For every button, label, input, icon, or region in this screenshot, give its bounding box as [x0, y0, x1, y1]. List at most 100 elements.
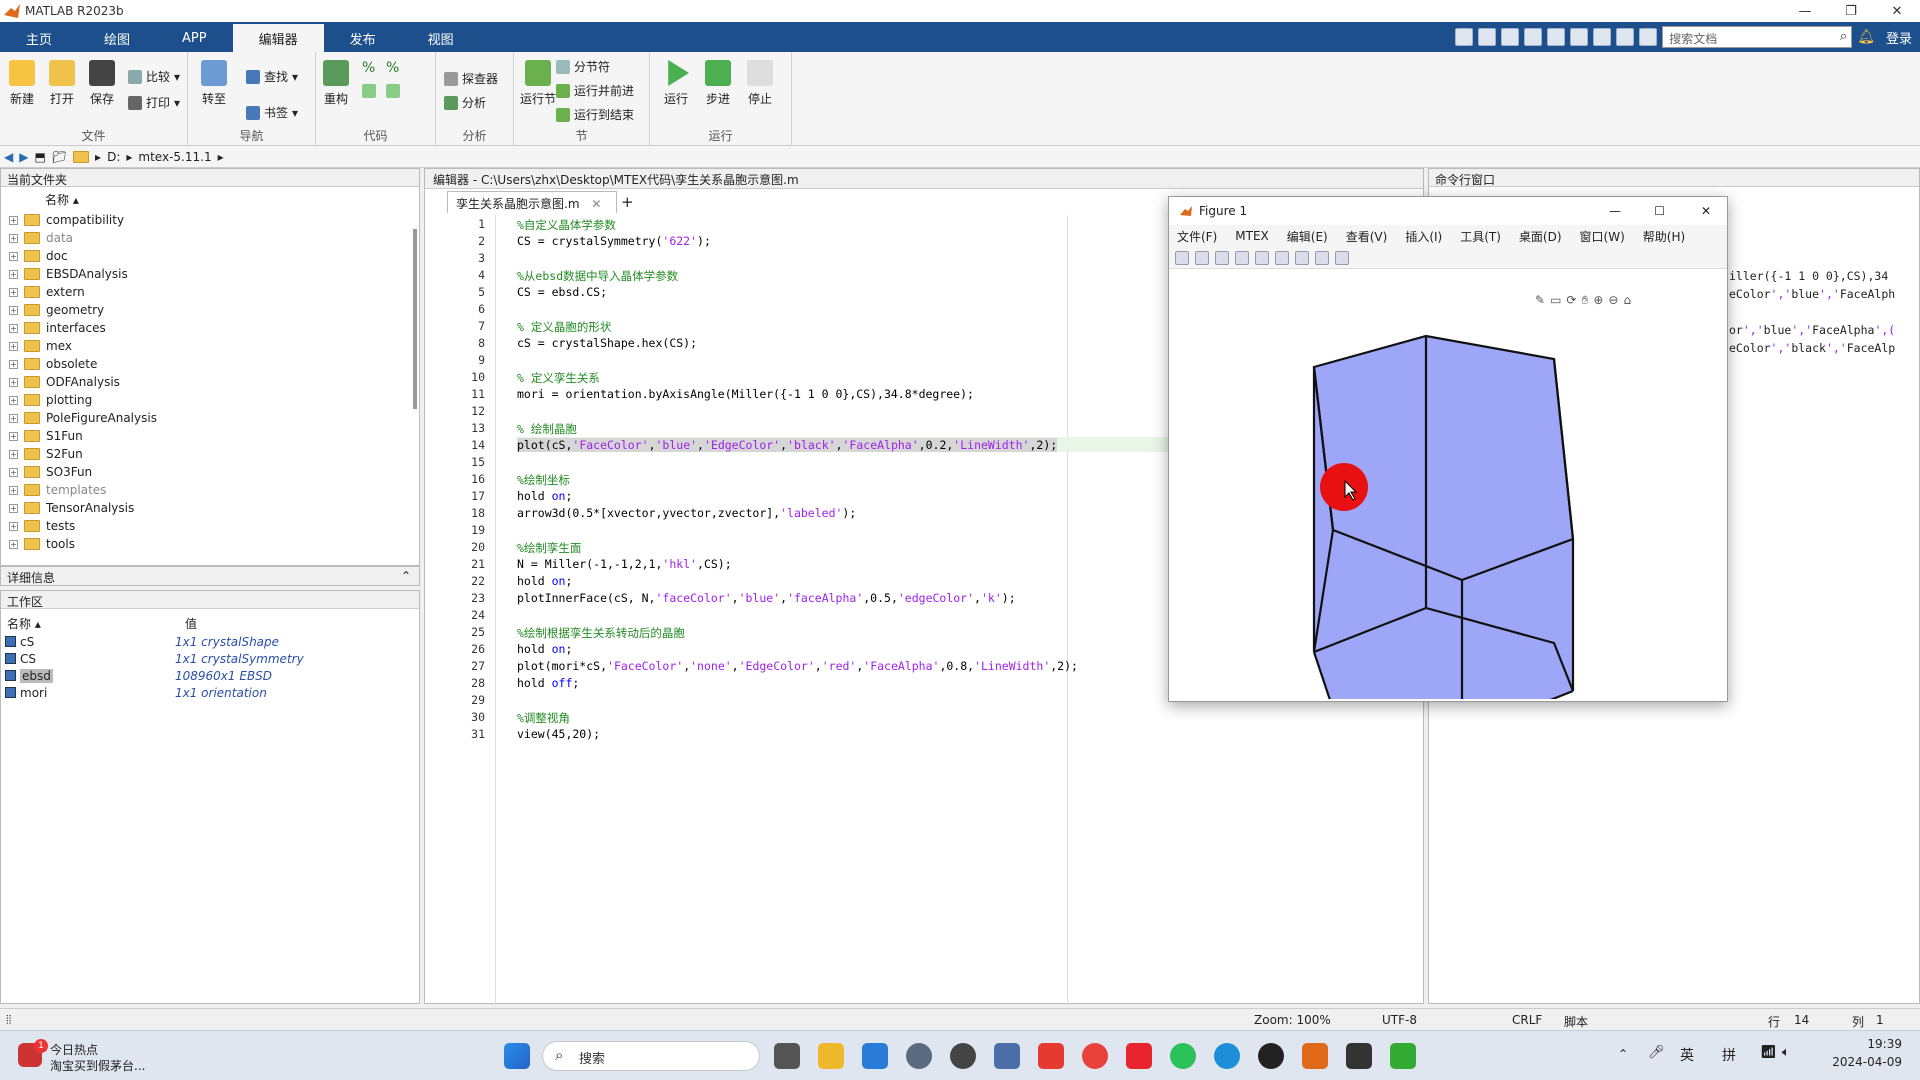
youdao-icon[interactable]: [1126, 1043, 1152, 1069]
edge-browser-icon[interactable]: [1214, 1043, 1240, 1069]
folder-item[interactable]: + mex: [9, 337, 72, 355]
code-line[interactable]: % 定义晶胞的形状: [517, 319, 611, 335]
folder-item[interactable]: + EBSDAnalysis: [9, 265, 128, 283]
clock-time[interactable]: 19:39: [1842, 1037, 1902, 1051]
wifi-icon[interactable]: 📶︎: [1760, 1045, 1777, 1060]
expand-icon[interactable]: +: [9, 233, 18, 243]
code-line[interactable]: %自定义晶体学参数: [517, 217, 616, 233]
folder-item[interactable]: + S1Fun: [9, 427, 83, 445]
file-explorer-icon[interactable]: [818, 1043, 844, 1069]
code-line[interactable]: mori = orientation.byAxisAngle(Miller({-…: [517, 387, 974, 401]
scrollbar-thumb[interactable]: [413, 229, 417, 409]
figure-menu-item[interactable]: MTEX: [1235, 229, 1269, 243]
expand-icon[interactable]: +: [9, 341, 18, 351]
calendar-app-icon[interactable]: [862, 1043, 888, 1069]
expand-icon[interactable]: +: [9, 467, 18, 477]
taskbar-search[interactable]: ⌕ 搜索: [542, 1041, 760, 1071]
help-icon[interactable]: [1616, 28, 1635, 46]
bell-icon[interactable]: 🔔︎: [1857, 29, 1875, 45]
new-figure-icon[interactable]: [1175, 250, 1189, 265]
ws-col-name[interactable]: 名称 ▴: [7, 615, 41, 632]
figure-menu-item[interactable]: 插入(I): [1405, 228, 1442, 245]
folder-item[interactable]: + doc: [9, 247, 68, 265]
tab-apps[interactable]: APP: [156, 24, 233, 52]
folder-item[interactable]: + SO3Fun: [9, 463, 92, 481]
ime-lang[interactable]: 英: [1680, 1045, 1694, 1065]
tab-publish[interactable]: 发布: [324, 24, 402, 52]
calculator-icon[interactable]: [994, 1043, 1020, 1069]
chevron-up-icon[interactable]: ⌃: [1618, 1047, 1628, 1061]
up-folder-icon[interactable]: ⬒: [34, 150, 45, 164]
redo-icon[interactable]: [1570, 28, 1589, 46]
code-line[interactable]: plot(mori*cS,'FaceColor','none','EdgeCol…: [517, 659, 1078, 673]
code-line[interactable]: hold off;: [517, 676, 579, 690]
tab-view[interactable]: 视图: [402, 24, 480, 52]
outdent-icon[interactable]: [386, 84, 400, 98]
compare-button[interactable]: 比较 ▾: [128, 68, 180, 85]
colorbar-icon[interactable]: [1275, 250, 1289, 265]
folder-item[interactable]: + extern: [9, 283, 85, 301]
explorer-button[interactable]: 探查器: [444, 70, 498, 87]
folder-item[interactable]: + data: [9, 229, 73, 247]
folder-item[interactable]: + PoleFigureAnalysis: [9, 409, 157, 427]
legend-icon[interactable]: [1295, 250, 1309, 265]
workspace-var-row[interactable]: mori 1x1 orientation: [5, 684, 267, 701]
restore-icon[interactable]: ❐: [1828, 0, 1874, 22]
expand-icon[interactable]: +: [9, 287, 18, 297]
expand-icon[interactable]: +: [9, 485, 18, 495]
expand-icon[interactable]: +: [9, 431, 18, 441]
copy-icon[interactable]: [1501, 28, 1520, 46]
matlab-taskbar-icon[interactable]: [1302, 1043, 1328, 1069]
news-subtitle[interactable]: 淘宝买到假茅台...: [50, 1057, 145, 1074]
task-view-icon[interactable]: [774, 1043, 800, 1069]
expand-icon[interactable]: +: [9, 539, 18, 549]
code-line[interactable]: hold on;: [517, 489, 572, 503]
close-icon[interactable]: ✕: [1874, 0, 1920, 22]
code-line[interactable]: %调整视角: [517, 710, 570, 726]
ws-col-value[interactable]: 值: [185, 615, 197, 632]
close-icon[interactable]: ✕: [1701, 204, 1711, 218]
code-line[interactable]: plot(cS,'FaceColor','blue','EdgeColor','…: [517, 438, 1058, 452]
maximize-icon[interactable]: ☐: [1654, 204, 1665, 218]
section-break-button[interactable]: 分节符: [556, 58, 610, 75]
expand-icon[interactable]: +: [9, 323, 18, 333]
find-button[interactable]: 查找 ▾: [246, 68, 298, 85]
search-icon[interactable]: ⌕: [1840, 29, 1847, 44]
code-line[interactable]: view(45,20);: [517, 727, 600, 741]
expand-icon[interactable]: +: [9, 413, 18, 423]
app-grid-icon[interactable]: [1390, 1043, 1416, 1069]
figure-menu-item[interactable]: 桌面(D): [1519, 228, 1562, 245]
code-line[interactable]: %绘制坐标: [517, 472, 570, 488]
workspace-var-row[interactable]: ebsd 108960x1 EBSD: [5, 667, 272, 684]
code-line[interactable]: %绘制根据孪生关系转动后的晶胞: [517, 625, 685, 641]
expand-icon[interactable]: +: [9, 449, 18, 459]
save-icon[interactable]: [1215, 250, 1229, 265]
figure-menu-item[interactable]: 帮助(H): [1643, 228, 1685, 245]
code-line[interactable]: N = Miller(-1,-1,2,1,'hkl',CS);: [517, 557, 732, 571]
save-icon[interactable]: [1455, 28, 1474, 46]
code-line[interactable]: CS = ebsd.CS;: [517, 285, 607, 299]
details-panel[interactable]: 详细信息 ⌃: [0, 566, 420, 586]
comment-icon[interactable]: %: [362, 60, 375, 76]
code-line[interactable]: hold on;: [517, 574, 572, 588]
expand-icon[interactable]: +: [9, 251, 18, 261]
breadcrumb-drive[interactable]: D:: [107, 150, 120, 164]
expand-icon[interactable]: +: [9, 395, 18, 405]
run-advance-button[interactable]: 运行并前进: [556, 82, 634, 99]
undo-icon[interactable]: [1547, 28, 1566, 46]
folder-item[interactable]: + S2Fun: [9, 445, 83, 463]
folder-item[interactable]: + templates: [9, 481, 106, 499]
volume-icon[interactable]: 🔈︎: [1782, 1045, 1790, 1060]
tab-plots[interactable]: 绘图: [78, 24, 156, 52]
music-app-icon[interactable]: [1038, 1043, 1064, 1069]
figure-menu-item[interactable]: 编辑(E): [1287, 228, 1328, 245]
browse-folder-icon[interactable]: 📁︎: [52, 150, 67, 164]
new-button[interactable]: 新建: [2, 60, 42, 107]
breadcrumb-folder[interactable]: mtex-5.11.1: [138, 150, 211, 164]
stop-button[interactable]: 停止: [740, 60, 780, 107]
goto-button[interactable]: 转至: [194, 60, 234, 107]
analyze-button[interactable]: 分析: [444, 94, 486, 111]
dropdown-icon[interactable]: [1639, 28, 1658, 46]
folder-item[interactable]: + compatibility: [9, 211, 124, 229]
tab-home[interactable]: 主页: [0, 24, 78, 52]
